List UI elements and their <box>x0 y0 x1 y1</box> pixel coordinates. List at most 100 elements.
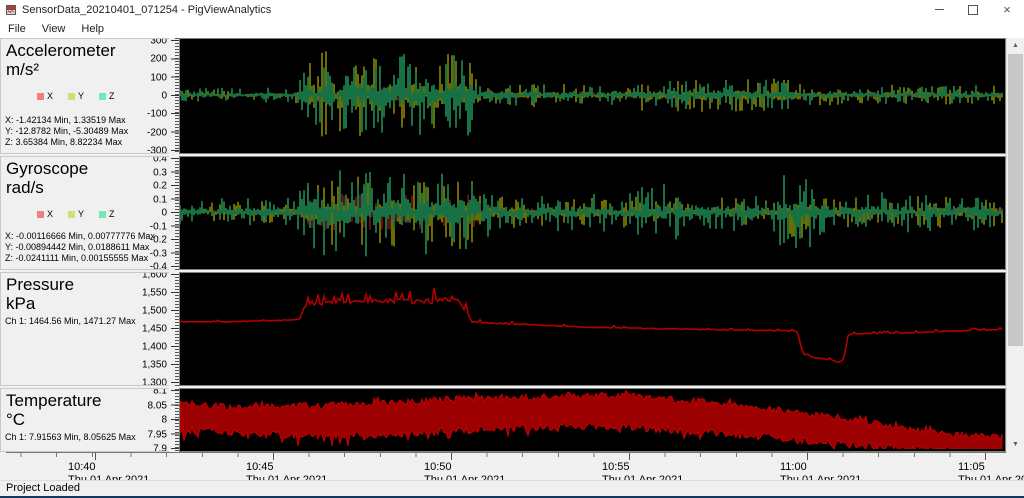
y-axis-label: 300 <box>150 38 167 47</box>
close-button[interactable]: × <box>990 0 1024 19</box>
legend-item-z: Z <box>99 91 115 101</box>
y-axis-ruler <box>169 38 179 154</box>
status-text: Project Loaded <box>6 482 80 494</box>
gyroscope-plot[interactable] <box>179 156 1006 270</box>
y-axis-ruler <box>169 156 179 270</box>
status-bar: Project Loaded <box>0 480 1024 497</box>
stat-line: Y: -12.8782 Min, -5.30489 Max <box>5 126 129 136</box>
accelerometer-panel: Accelerometer m/s² XYZ X: -1.42134 Min, … <box>0 38 1006 154</box>
y-axis-label: 1,300 <box>141 377 167 386</box>
app-window: SensorData_20210401_071254 - PigViewAnal… <box>0 0 1024 498</box>
legend-item-x: X <box>37 209 53 219</box>
pressure-plot[interactable] <box>179 272 1006 386</box>
maximize-icon <box>968 4 978 15</box>
minimize-button[interactable] <box>922 0 956 19</box>
legend-swatch-z <box>99 92 107 100</box>
legend-label: Z <box>109 91 115 101</box>
time-tick-time: 10:45 <box>246 461 274 473</box>
scrollbar-thumb[interactable] <box>1008 54 1023 346</box>
scroll-up-button[interactable]: ▲ <box>1007 38 1024 53</box>
titlebar[interactable]: SensorData_20210401_071254 - PigViewAnal… <box>0 0 1024 19</box>
maximize-button[interactable] <box>956 0 990 19</box>
pressure-panel: Pressure kPa Ch 1: 1464.56 Min, 1471.27 … <box>0 272 1006 386</box>
y-axis-label: 8 <box>161 414 167 426</box>
time-axis: 10:40Thu 01 Apr 202110:45Thu 01 Apr 2021… <box>0 452 1024 486</box>
legend-label: Y <box>78 209 85 219</box>
y-axis-label: 100 <box>150 72 167 84</box>
legend-swatch-y <box>68 92 76 100</box>
y-axis-labels: 8.1 8.05 8 7.95 7.9 <box>123 389 167 451</box>
y-axis-label: 1,600 <box>141 272 167 281</box>
temperature-plot[interactable] <box>179 388 1006 452</box>
y-axis-labels: 1,600 1,550 1,500 1,450 1,400 1,350 1,300 <box>123 273 167 385</box>
y-axis-label: 0 <box>161 90 167 102</box>
legend-label: Z <box>109 209 115 219</box>
time-tick-time: 11:05 <box>958 461 985 473</box>
accelerometer-plot[interactable] <box>179 38 1006 154</box>
arrow-up-icon: ▲ <box>1012 42 1019 49</box>
app-icon <box>6 4 16 15</box>
y-axis-label: 1,400 <box>141 341 167 353</box>
y-axis-label: 1,350 <box>141 359 167 371</box>
y-axis-ruler <box>169 388 179 452</box>
arrow-down-icon: ▼ <box>1012 441 1019 448</box>
temperature-panel: Temperature °C Ch 1: 7.91563 Min, 8.0562… <box>0 388 1006 452</box>
window-title: SensorData_20210401_071254 - PigViewAnal… <box>22 3 272 16</box>
y-axis-label: 7.95 <box>147 429 167 440</box>
legend-swatch-x <box>37 92 44 100</box>
time-tick-time: 11:00 <box>780 461 807 473</box>
y-axis-label: -0.1 <box>149 221 167 232</box>
y-axis-label: 1,450 <box>141 323 167 335</box>
legend-label: X <box>47 91 54 101</box>
legend-item-z: Z <box>99 209 115 219</box>
time-axis-major-ticks <box>6 453 1006 460</box>
temperature-info-panel: Temperature °C Ch 1: 7.91563 Min, 8.0562… <box>0 388 169 452</box>
time-tick-time: 10:40 <box>68 461 96 473</box>
y-axis-label: 200 <box>150 53 167 65</box>
y-axis-labels: 300 200 100 0 -100 -200 -300 <box>123 39 167 153</box>
menu-help[interactable]: Help <box>73 21 112 37</box>
minimize-icon <box>934 9 944 10</box>
legend-swatch-x <box>37 210 44 218</box>
y-axis-label: -0.3 <box>149 248 167 259</box>
y-axis-label: 8.05 <box>147 400 167 411</box>
y-axis-label: -100 <box>146 108 167 120</box>
menubar: File View Help <box>0 19 1024 39</box>
legend-item-y: Y <box>68 209 84 219</box>
legend-item-x: X <box>37 91 53 101</box>
accelerometer-info-panel: Accelerometer m/s² XYZ X: -1.42134 Min, … <box>0 38 169 154</box>
gyroscope-info-panel: Gyroscope rad/s XYZ X: -0.00116666 Min, … <box>0 156 169 270</box>
gyroscope-panel: Gyroscope rad/s XYZ X: -0.00116666 Min, … <box>0 156 1006 270</box>
legend-label: X <box>47 209 54 219</box>
y-axis-label: -0.4 <box>149 261 167 270</box>
y-axis-label: -200 <box>146 127 167 139</box>
legend-swatch-y <box>68 210 76 218</box>
close-icon: × <box>1003 2 1011 17</box>
y-axis-label: -300 <box>146 145 167 154</box>
y-axis-label: 1,500 <box>141 305 167 317</box>
y-axis-label: 0.2 <box>153 180 167 192</box>
menu-view[interactable]: View <box>34 21 74 37</box>
y-axis-label: -0.2 <box>149 234 167 246</box>
y-axis-label: 0.3 <box>153 167 167 178</box>
legend-item-y: Y <box>68 91 84 101</box>
stat-line: X: -1.42134 Min, 1.33519 Max <box>5 115 126 125</box>
y-axis-label: 7.9 <box>153 443 167 452</box>
y-axis-label: 1,550 <box>141 287 167 299</box>
vertical-scrollbar[interactable]: ▲ ▼ <box>1006 38 1024 452</box>
legend-label: Y <box>78 91 85 101</box>
pressure-info-panel: Pressure kPa Ch 1: 1464.56 Min, 1471.27 … <box>0 272 169 386</box>
minmax-stats: X: -1.42134 Min, 1.33519 Max Y: -12.8782 … <box>1 115 128 148</box>
scroll-down-button[interactable]: ▼ <box>1007 437 1024 452</box>
stat-line: Z: 3.65384 Min, 8.82234 Max <box>5 137 123 147</box>
y-axis-label: 0.4 <box>153 156 167 165</box>
y-axis-label: 0 <box>161 207 167 219</box>
menu-file[interactable]: File <box>0 21 34 37</box>
legend-swatch-z <box>99 210 107 218</box>
y-axis-label: 8.1 <box>153 388 167 397</box>
y-axis-ruler <box>169 272 179 386</box>
y-axis-labels: 0.4 0.3 0.2 0.1 0 -0.1 -0.2 -0.3 -0.4 <box>123 157 167 269</box>
time-tick-time: 10:50 <box>424 461 452 473</box>
time-tick-time: 10:55 <box>602 461 630 473</box>
y-axis-label: 0.1 <box>153 194 167 205</box>
